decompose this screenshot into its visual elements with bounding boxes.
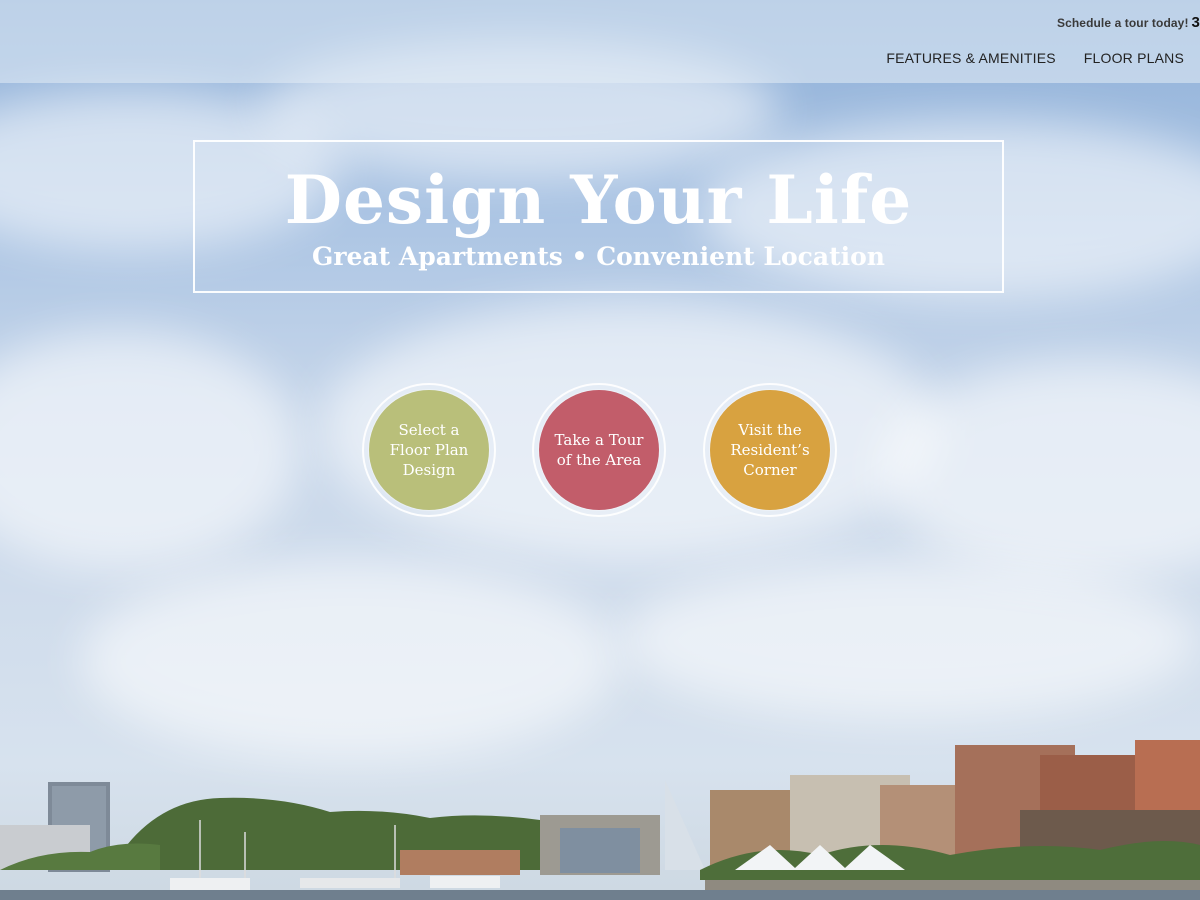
take-tour-label: Take a Tour of the Area [539,390,659,510]
main-nav: FEATURES & AMENITIES FLOOR PLANS [886,50,1184,66]
header-bar: Schedule a tour today! 3 FEATURES & AMENI… [0,0,1200,83]
schedule-tour-text: Schedule a tour today! [1056,16,1189,30]
phone-number-fragment: 3 [1191,14,1200,31]
residents-corner-button[interactable]: Visit the Resident’s Corner [703,383,837,517]
select-floor-plan-label: Select a Floor Plan Design [369,390,489,510]
waterfront-skyline-image [0,740,1200,900]
hero-subtitle: Great Apartments • Convenient Location [312,242,885,271]
select-floor-plan-button[interactable]: Select a Floor Plan Design [362,383,496,517]
schedule-tour-cta[interactable]: Schedule a tour today! 3 [1057,14,1200,31]
hero-box: Design Your Life Great Apartments • Conv… [193,140,1004,293]
nav-features-amenities[interactable]: FEATURES & AMENITIES [886,50,1055,66]
residents-corner-label: Visit the Resident’s Corner [710,390,830,510]
hero-title: Design Your Life [284,161,913,239]
nav-floor-plans[interactable]: FLOOR PLANS [1084,50,1184,66]
take-tour-button[interactable]: Take a Tour of the Area [532,383,666,517]
